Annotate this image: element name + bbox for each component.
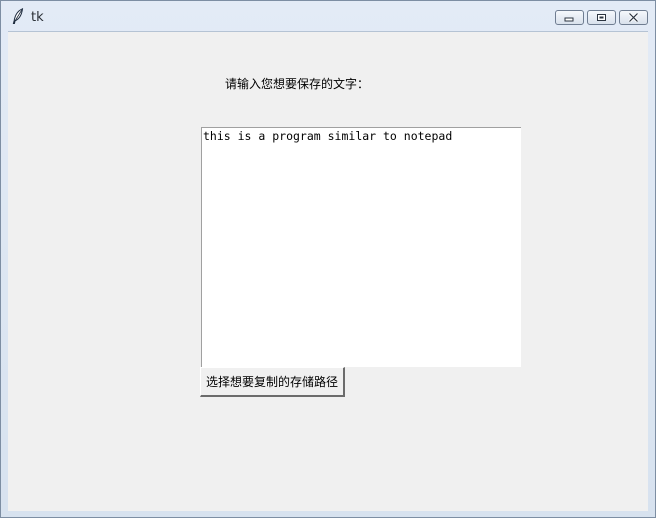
minimize-button[interactable]	[555, 10, 584, 25]
close-icon	[628, 13, 639, 22]
title-bar[interactable]: tk	[1, 1, 655, 31]
feather-icon	[11, 7, 25, 25]
minimize-icon	[564, 13, 575, 22]
caption-buttons	[555, 10, 648, 28]
maximize-icon	[596, 13, 607, 22]
select-path-button[interactable]: 选择想要复制的存储路径	[200, 367, 346, 397]
text-input-area[interactable]: this is a program similar to notepad	[201, 127, 521, 367]
app-window: tk 请输入您想要保存的文字： this is a program simila…	[0, 0, 656, 518]
maximize-button[interactable]	[587, 10, 616, 25]
prompt-label: 请输入您想要保存的文字：	[225, 77, 370, 91]
client-area: 请输入您想要保存的文字： this is a program similar t…	[8, 31, 648, 511]
window-title: tk	[31, 10, 44, 25]
close-button[interactable]	[619, 10, 648, 25]
